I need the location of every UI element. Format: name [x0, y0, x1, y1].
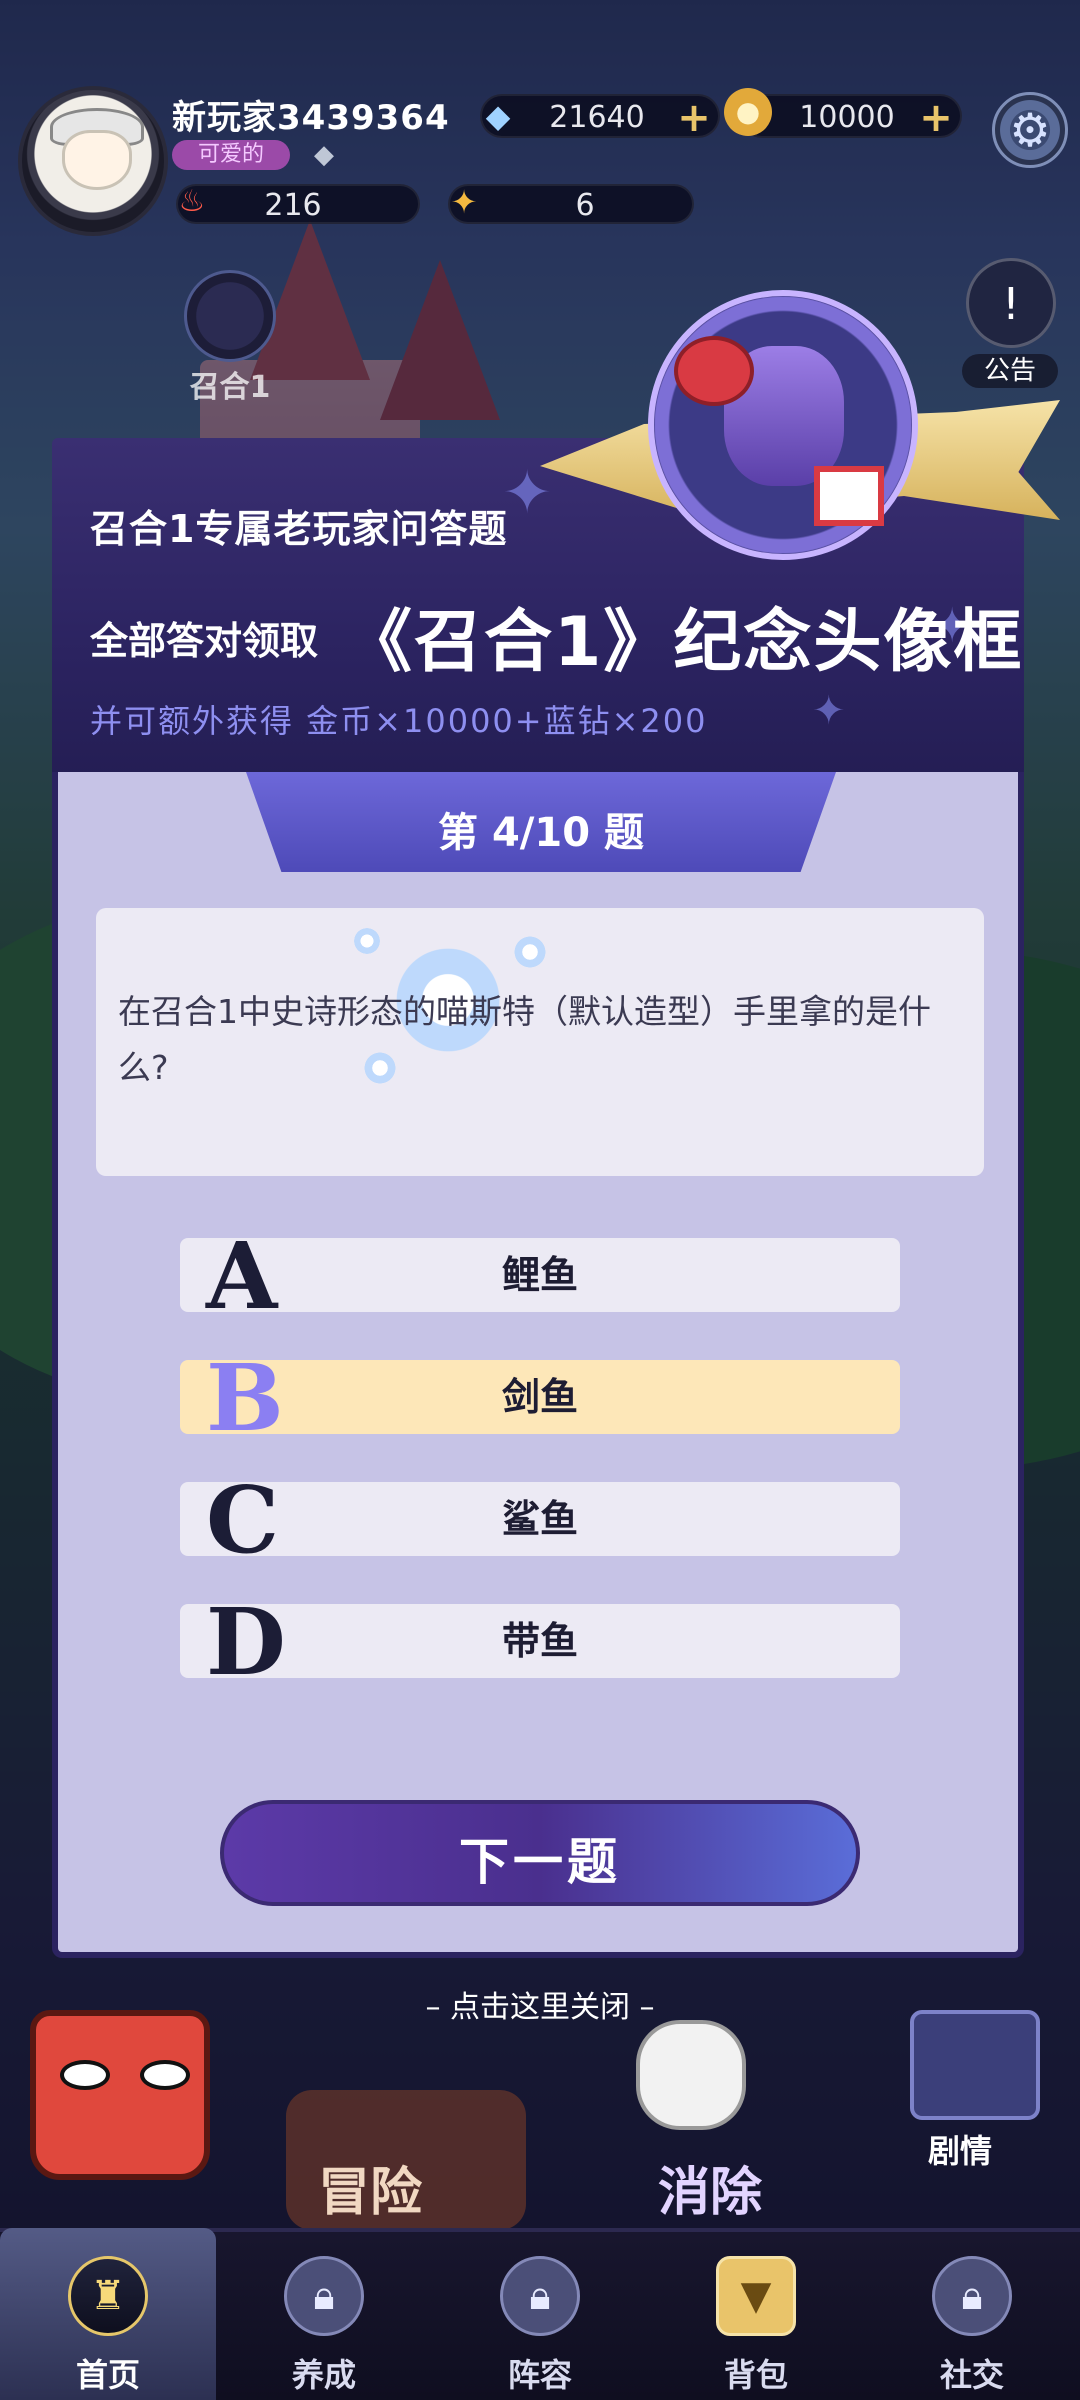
gift-box-icon: [814, 466, 884, 526]
add-diamond-button[interactable]: +: [676, 98, 712, 138]
nav-backpack-label: 背包: [723, 2356, 788, 2394]
nav-develop-label: 养成: [291, 2356, 356, 2394]
nav-home[interactable]: ♜ 首页: [0, 2228, 216, 2400]
question-progress: 第 4/10 题: [438, 810, 644, 856]
star-icon: ✦: [450, 183, 478, 221]
flame-icon: ♨: [178, 184, 206, 219]
player-name: 新玩家3439364: [172, 98, 450, 138]
story-book-icon[interactable]: [910, 2010, 1040, 2120]
option-b-text: 剑鱼: [501, 1375, 578, 1419]
question-text: 在召合1中史诗形态的喵斯特（默认造型）手里拿的是什么?: [118, 992, 931, 1087]
sparkle-decoration: ✦: [812, 688, 846, 734]
next-question-label: 下一题: [459, 1833, 621, 1891]
summon-label: 召合1: [189, 370, 271, 405]
home-icon: ♜: [68, 2256, 148, 2336]
avatar-face: [62, 130, 132, 190]
quiz-title: 召合1专属老玩家问答题: [90, 507, 508, 551]
option-d-text: 带鱼: [501, 1619, 578, 1663]
option-a-text: 鲤鱼: [501, 1253, 578, 1297]
monster-eye: [140, 2060, 190, 2090]
nav-lineup[interactable]: 🔒︎ 阵容: [432, 2228, 648, 2400]
coin-value: 10000: [799, 100, 895, 135]
nav-backpack[interactable]: ▼ 背包: [648, 2228, 864, 2400]
nav-social[interactable]: 🔒︎ 社交: [864, 2228, 1080, 2400]
settings-button[interactable]: ⚙: [992, 92, 1068, 168]
nav-social-label: 社交: [939, 2356, 1004, 2394]
reward-prefix: 全部答对领取: [90, 619, 319, 663]
top-hud: 新玩家3439364 可爱的 ◆ 21640 + ◆ 10000 + ● 216…: [0, 0, 1080, 240]
megaphone-icon: !: [1002, 279, 1020, 330]
eliminate-label[interactable]: 消除: [640, 2150, 780, 2225]
nav-lineup-label: 阵容: [507, 2356, 572, 2394]
lock-icon: 🔒︎: [500, 2256, 580, 2336]
add-coin-button[interactable]: +: [918, 98, 954, 138]
monster-eye: [60, 2060, 110, 2090]
summon-shortcut-icon[interactable]: [184, 270, 276, 362]
coin-counter: 10000 +: [740, 94, 962, 138]
nav-develop[interactable]: 🔒︎ 养成: [216, 2228, 432, 2400]
avatar-frame-reward-image: [648, 290, 918, 560]
reward-name: 《召合1》纪念头像框: [344, 603, 1024, 682]
title-diamond-icon: ◆: [314, 140, 334, 170]
diamond-value: 21640: [549, 100, 645, 135]
player-title-badge[interactable]: 可爱的: [172, 140, 290, 170]
adventure-label: 冒险: [317, 2163, 422, 2223]
sparkle-decoration: ✦: [502, 458, 553, 528]
monster-character[interactable]: [30, 2010, 210, 2180]
diamond-icon: ◆: [485, 97, 511, 135]
backpack-icon: ▼: [716, 2256, 796, 2336]
gear-icon: ⚙: [1009, 103, 1051, 157]
energy-value: 216: [264, 188, 322, 223]
bonus-reward-text: 并可额外获得 金币×10000+蓝钻×200: [90, 702, 708, 740]
notice-button[interactable]: !: [966, 258, 1056, 348]
notice-label: 公告: [962, 354, 1058, 388]
pointer-hand-icon: [636, 2020, 746, 2130]
bow-decoration: [674, 336, 754, 406]
avatar[interactable]: [18, 86, 168, 236]
star-value: 6: [575, 188, 595, 223]
lock-icon: 🔒︎: [932, 2256, 1012, 2336]
option-c-text: 鲨鱼: [501, 1497, 578, 1541]
sparkle-effect: [512, 934, 548, 970]
close-dialog-link[interactable]: – 点击这里关闭 –: [300, 1982, 780, 2026]
nav-home-label: 首页: [75, 2356, 140, 2394]
coin-icon: ●: [724, 88, 772, 136]
story-label: 剧情: [927, 2132, 992, 2170]
sparkle-effect: [352, 926, 382, 956]
lock-icon: 🔒︎: [284, 2256, 364, 2336]
